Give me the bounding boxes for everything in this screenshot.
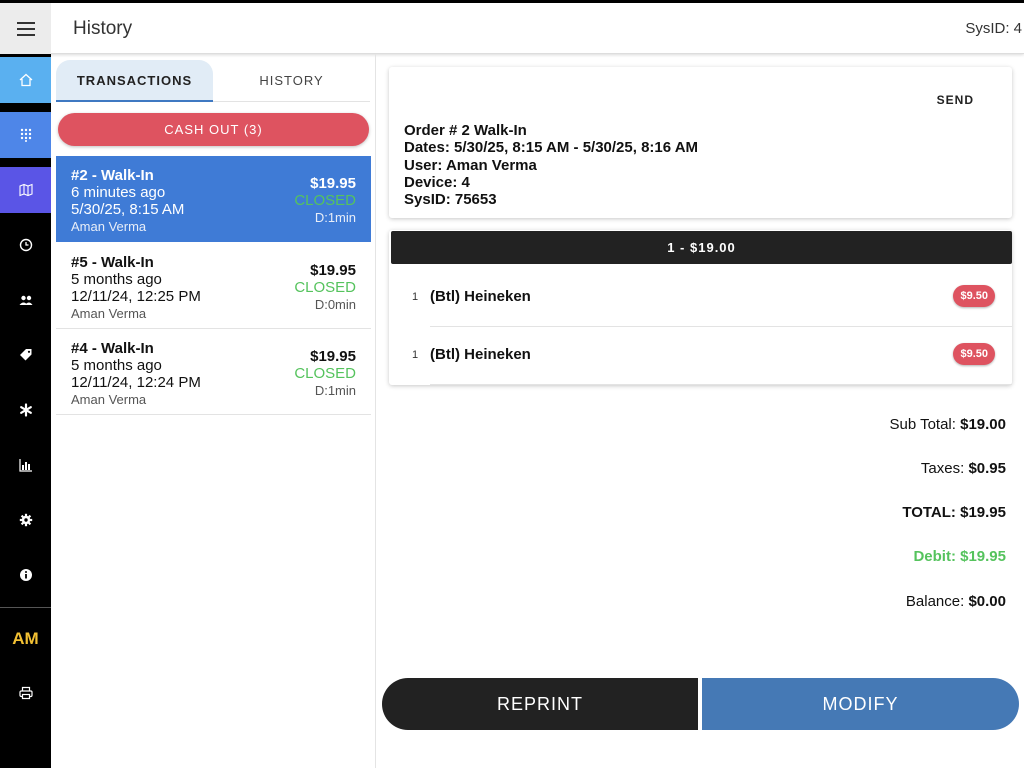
sidebar-item-printer[interactable] [0, 670, 51, 716]
item-name: (Btl) Heineken [430, 346, 531, 363]
sidebar-item-clock[interactable] [0, 222, 51, 268]
header-sysid: SysID: 4 [965, 20, 1022, 37]
reprint-button[interactable]: REPRINT [382, 678, 698, 730]
page-title: History [73, 18, 133, 39]
sidebar-item-map[interactable] [0, 167, 51, 213]
sidebar-item-settings[interactable] [0, 497, 51, 543]
transaction-user: Aman Verma [71, 306, 147, 321]
total-label: TOTAL: [902, 504, 956, 521]
item-price-badge: $9.50 [953, 285, 995, 307]
transaction-date: 5/30/25, 8:15 AM [71, 201, 185, 218]
item-name: (Btl) Heineken [430, 288, 531, 305]
taxes-label: Taxes: [920, 460, 965, 477]
keypad-icon [20, 128, 31, 142]
transaction-date: 12/11/24, 12:24 PM [71, 374, 201, 391]
sidebar-item-home[interactable] [0, 57, 51, 103]
subtotal-value: $19.00 [960, 416, 1006, 433]
transaction-duration: D:0min [314, 297, 356, 312]
item-quantity: 1 [412, 349, 419, 361]
list-item[interactable]: 1 (Btl) Heineken $9.50 [389, 269, 1012, 327]
order-dates: Dates: 5/30/25, 8:15 AM - 5/30/25, 8:16 … [404, 139, 699, 156]
subtotal-label: Sub Total: [889, 416, 956, 433]
taxes-line: Taxes: $0.95 [921, 460, 1006, 477]
transaction-age: 6 minutes ago [71, 184, 166, 201]
hamburger-menu-button[interactable] [0, 3, 51, 54]
taxes-value: $0.95 [968, 460, 1006, 477]
sidebar-divider [0, 607, 51, 608]
transaction-duration: D:1min [314, 383, 356, 398]
transaction-row[interactable]: #5 - Walk-In 5 months ago 12/11/24, 12:2… [56, 243, 371, 329]
gear-icon [19, 513, 32, 527]
order-sysid: SysID: 75653 [404, 191, 497, 208]
transaction-user: Aman Verma [71, 392, 147, 407]
modify-button[interactable]: MODIFY [702, 678, 1019, 730]
clock-icon [19, 238, 32, 252]
app-header: History SysID: 4 [0, 3, 1024, 54]
balance-label: Balance: [905, 593, 965, 610]
hamburger-menu-icon [16, 21, 35, 36]
sidebar-item-info[interactable] [0, 552, 51, 598]
item-quantity: 1 [412, 291, 419, 303]
sidebar-item-asterisk[interactable] [0, 387, 51, 433]
list-item[interactable]: 1 (Btl) Heineken $9.50 [389, 327, 1012, 385]
transaction-status: CLOSED [294, 365, 356, 382]
transaction-amount: $19.95 [310, 175, 356, 192]
transaction-title: #2 - Walk-In [71, 167, 154, 184]
item-divider [430, 384, 1012, 385]
sidebar-item-keypad[interactable] [0, 112, 51, 158]
sidebar-item-tags[interactable] [0, 332, 51, 378]
transaction-amount: $19.95 [310, 348, 356, 365]
balance-value: $0.00 [968, 593, 1006, 610]
balance-line: Balance: $0.00 [906, 593, 1006, 610]
order-items-card: 1 - $19.00 1 (Btl) Heineken $9.50 1 (Btl… [389, 230, 1012, 385]
bar-chart-icon [18, 459, 32, 472]
transaction-user: Aman Verma [71, 219, 147, 234]
tags-icon [19, 349, 31, 361]
transaction-age: 5 months ago [71, 357, 162, 374]
user-initials[interactable]: AM [0, 629, 51, 649]
debit-line: Debit: $19.95 [913, 548, 1006, 565]
transaction-row[interactable]: #4 - Walk-In 5 months ago 12/11/24, 12:2… [56, 329, 371, 415]
map-icon [18, 183, 33, 197]
users-icon [19, 295, 32, 305]
info-icon [19, 569, 32, 581]
asterisk-icon [19, 403, 32, 417]
order-detail-panel: SEND Order # 2 Walk-In Dates: 5/30/25, 8… [376, 54, 1024, 768]
transaction-title: #4 - Walk-In [71, 340, 154, 357]
printer-icon [18, 686, 33, 700]
transaction-status: CLOSED [294, 279, 356, 296]
seat-total-bar[interactable]: 1 - $19.00 [391, 231, 1012, 264]
tab-history[interactable]: HISTORY [213, 60, 370, 102]
order-number: Order # 2 Walk-In [404, 122, 527, 139]
subtotal-line: Sub Total: $19.00 [889, 416, 1006, 433]
transaction-row[interactable]: #2 - Walk-In 6 minutes ago 5/30/25, 8:15… [56, 156, 371, 242]
transaction-duration: D:1min [314, 210, 356, 225]
order-info-card: SEND Order # 2 Walk-In Dates: 5/30/25, 8… [389, 67, 1012, 218]
transaction-date: 12/11/24, 12:25 PM [71, 288, 201, 305]
sidebar-item-reports[interactable] [0, 442, 51, 488]
transaction-amount: $19.95 [310, 262, 356, 279]
transaction-age: 5 months ago [71, 271, 162, 288]
cash-out-button[interactable]: CASH OUT (3) [58, 113, 369, 146]
total-value: $19.95 [960, 504, 1006, 521]
home-icon [19, 73, 32, 87]
sidebar: AM [0, 54, 51, 768]
total-line: TOTAL: $19.95 [902, 504, 1006, 521]
transaction-status: CLOSED [294, 192, 356, 209]
transactions-panel: TRANSACTIONS HISTORY CASH OUT (3) #2 - W… [51, 54, 376, 768]
tab-transactions[interactable]: TRANSACTIONS [56, 60, 213, 102]
order-device: Device: 4 [404, 174, 470, 191]
transaction-title: #5 - Walk-In [71, 254, 154, 271]
item-price-badge: $9.50 [953, 343, 995, 365]
send-button[interactable]: SEND [937, 93, 974, 107]
sidebar-item-users[interactable] [0, 277, 51, 323]
order-user: User: Aman Verma [404, 157, 537, 174]
